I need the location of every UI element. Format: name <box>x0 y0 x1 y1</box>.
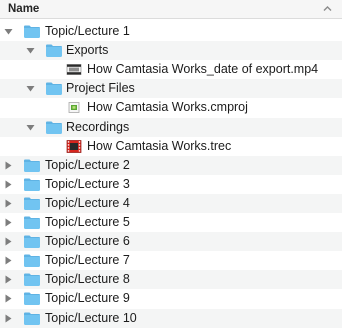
tree-row-label: Topic/Lecture 7 <box>45 253 130 268</box>
tree-row-label: How Camtasia Works_date of export.mp4 <box>87 62 319 77</box>
tree-row-label: Topic/Lecture 10 <box>45 310 137 325</box>
tree-row-label: Topic/Lecture 9 <box>45 291 130 306</box>
folder-icon <box>45 43 63 61</box>
tree-row-label: How Camtasia Works.cmproj <box>87 100 248 115</box>
disclosure-expanded-icon[interactable] <box>26 46 35 55</box>
tree-row[interactable]: Topic/Lecture 6 <box>0 232 342 252</box>
tree-row[interactable]: Topic/Lecture 9 <box>0 289 342 309</box>
disclosure-collapsed-icon[interactable] <box>4 294 13 303</box>
tree-row[interactable]: Topic/Lecture 1 <box>0 22 342 41</box>
tree-row[interactable]: Recordings <box>0 117 342 138</box>
tree-row[interactable]: How Camtasia Works.trec <box>0 136 342 157</box>
chevron-up-icon[interactable] <box>322 3 333 14</box>
disclosure-expanded-icon[interactable] <box>26 123 35 132</box>
folder-icon <box>23 24 41 42</box>
disclosure-expanded-icon[interactable] <box>4 27 13 36</box>
disclosure-expanded-icon[interactable] <box>26 84 35 93</box>
tree-row[interactable]: Topic/Lecture 5 <box>0 213 342 232</box>
tree-row-label: Recordings <box>66 119 130 134</box>
folder-icon <box>23 177 41 195</box>
disclosure-collapsed-icon[interactable] <box>4 256 13 265</box>
tree-row[interactable]: Topic/Lecture 8 <box>0 270 342 290</box>
folder-icon <box>23 291 41 309</box>
folder-icon <box>23 158 41 176</box>
tree-row-label: Topic/Lecture 3 <box>45 176 130 191</box>
tree-row-label: Topic/Lecture 5 <box>45 215 130 229</box>
tree-row-label: Topic/Lecture 4 <box>45 195 130 210</box>
folder-icon <box>45 81 63 99</box>
tree-row[interactable]: Topic/Lecture 4 <box>0 193 342 214</box>
disclosure-collapsed-icon[interactable] <box>4 161 13 170</box>
folder-icon <box>23 234 41 252</box>
folder-icon <box>23 272 41 290</box>
tree-row[interactable]: How Camtasia Works.cmproj <box>0 98 342 118</box>
tree-row-label: Topic/Lecture 1 <box>45 24 130 38</box>
tree-row-label: Exports <box>66 43 109 58</box>
tree-row-label: Topic/Lecture 6 <box>45 234 130 249</box>
tree-row[interactable]: Project Files <box>0 79 342 99</box>
disclosure-collapsed-icon[interactable] <box>4 218 13 227</box>
column-header[interactable]: Name <box>0 0 342 19</box>
tree-row-label: Topic/Lecture 2 <box>45 157 130 172</box>
tree-row[interactable]: Topic/Lecture 10 <box>0 308 342 329</box>
tree-row-label: Project Files <box>66 81 135 96</box>
tree-row-label: Topic/Lecture 8 <box>45 272 130 287</box>
name-column-label: Name <box>8 3 40 15</box>
disclosure-collapsed-icon[interactable] <box>4 237 13 246</box>
folder-icon <box>23 196 41 214</box>
tree-row[interactable]: Topic/Lecture 7 <box>0 251 342 271</box>
disclosure-collapsed-icon[interactable] <box>4 275 13 284</box>
tree-row[interactable]: Topic/Lecture 3 <box>0 174 342 195</box>
tree-row[interactable]: Exports <box>0 41 342 61</box>
disclosure-collapsed-icon[interactable] <box>4 199 13 208</box>
folder-icon <box>23 253 41 271</box>
folder-icon <box>23 311 41 329</box>
disclosure-collapsed-icon[interactable] <box>4 180 13 189</box>
camtasia-recording-icon <box>66 139 82 157</box>
video-file-icon <box>66 62 82 80</box>
tree-row[interactable]: How Camtasia Works_date of export.mp4 <box>0 60 342 80</box>
folder-icon <box>23 215 41 233</box>
folder-icon <box>45 120 63 138</box>
tree-row-label: How Camtasia Works.trec <box>87 138 232 153</box>
camtasia-project-icon <box>66 100 82 118</box>
disclosure-collapsed-icon[interactable] <box>4 314 13 323</box>
tree-row[interactable]: Topic/Lecture 2 <box>0 155 342 176</box>
